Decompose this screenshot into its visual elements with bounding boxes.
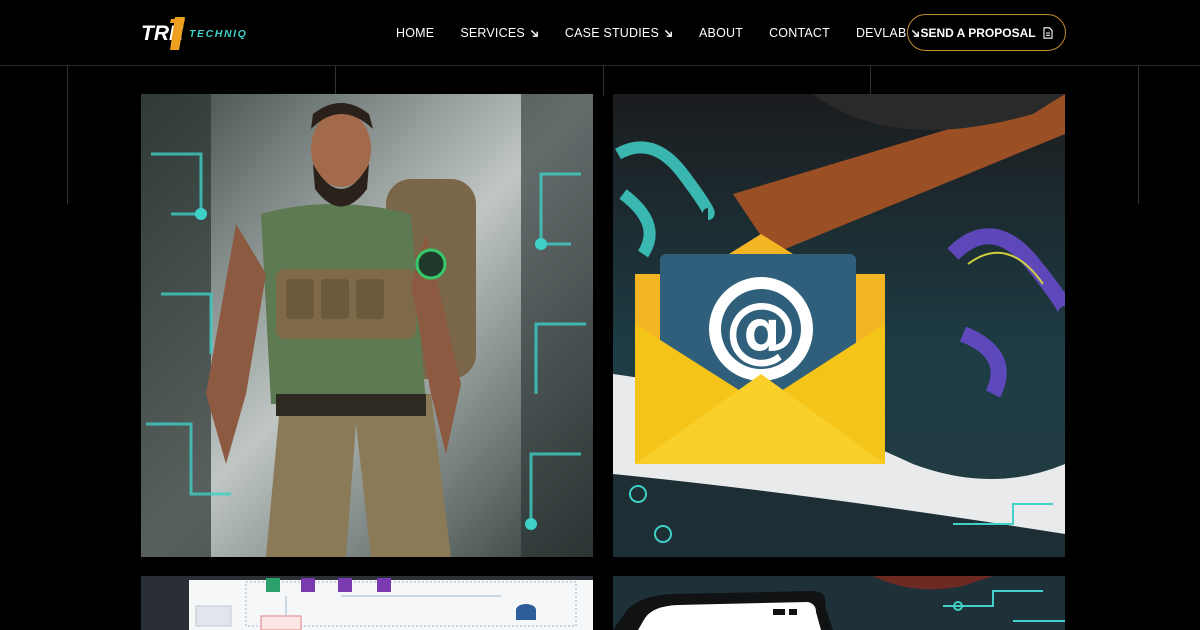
nav-about-label: ABOUT xyxy=(699,26,744,40)
grid-line xyxy=(335,66,336,96)
page: TRE TECHNIQ HOME SERVICES CASE STUDIES A… xyxy=(0,0,1200,630)
gallery-tile-email[interactable]: @ xyxy=(613,94,1065,557)
nav-contact-label: CONTACT xyxy=(769,26,830,40)
arrow-down-right-icon xyxy=(530,29,538,37)
gallery-tile-phone[interactable] xyxy=(613,576,1065,630)
nav-devlab-label: DEVLAB xyxy=(855,26,907,40)
nav-services-label: SERVICES xyxy=(460,26,525,40)
email-illustration: @ xyxy=(613,94,1065,557)
grid-line xyxy=(67,66,68,204)
nav-case-studies-label: CASE STUDIES xyxy=(564,26,659,40)
gallery-tile-diagram[interactable] xyxy=(141,576,593,630)
nav-case-studies[interactable]: CASE STUDIES xyxy=(565,26,673,40)
soldier-illustration xyxy=(141,94,593,557)
logo-techniq-text: TECHNIQ xyxy=(189,28,247,40)
nav-services[interactable]: SERVICES xyxy=(460,26,539,40)
svg-text:@: @ xyxy=(725,287,797,371)
send-proposal-button[interactable]: SEND A PROPOSAL xyxy=(907,14,1066,51)
document-icon xyxy=(1043,26,1053,39)
arrow-down-right-icon xyxy=(664,29,672,37)
grid-line xyxy=(870,66,871,96)
site-logo[interactable]: TRE TECHNIQ xyxy=(141,14,261,52)
nav-contact[interactable]: CONTACT xyxy=(769,26,830,40)
nav-about[interactable]: ABOUT xyxy=(699,26,743,40)
send-proposal-label: SEND A PROPOSAL xyxy=(920,25,1036,40)
site-header: TRE TECHNIQ HOME SERVICES CASE STUDIES A… xyxy=(0,0,1200,66)
grid-line xyxy=(1138,66,1139,204)
gallery-tile-soldier[interactable] xyxy=(141,94,593,557)
nav-home-label: HOME xyxy=(396,26,435,40)
grid-line xyxy=(603,66,604,96)
main-nav: HOME SERVICES CASE STUDIES ABOUT CONTACT xyxy=(396,0,946,66)
diagram-screenshot xyxy=(141,576,593,630)
phone-illustration xyxy=(613,576,1065,630)
nav-home[interactable]: HOME xyxy=(396,26,434,40)
